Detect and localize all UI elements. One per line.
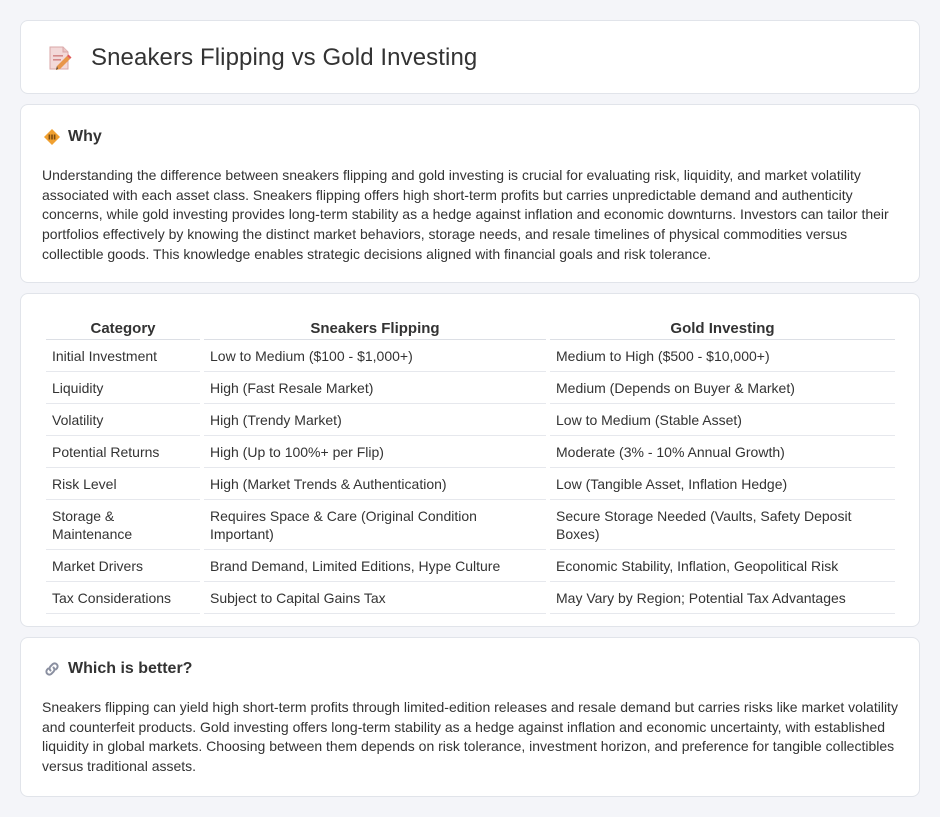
- header-gold: Gold Investing: [550, 315, 895, 340]
- table-row: Storage & Maintenance Requires Space & C…: [46, 500, 895, 550]
- row-sneakers: Low to Medium ($100 - $1,000+): [204, 340, 546, 372]
- row-gold: Low (Tangible Asset, Inflation Hedge): [550, 468, 895, 500]
- row-gold: Medium to High ($500 - $10,000+): [550, 340, 895, 372]
- document-pencil-icon: [49, 46, 72, 70]
- row-sneakers: High (Trendy Market): [204, 404, 546, 436]
- row-category: Potential Returns: [46, 436, 200, 468]
- row-category: Liquidity: [46, 372, 200, 404]
- header-category: Category: [46, 315, 200, 340]
- row-category: Risk Level: [46, 468, 200, 500]
- title-card: Sneakers Flipping vs Gold Investing: [20, 20, 920, 94]
- better-header: Which is better?: [43, 660, 192, 678]
- row-sneakers: Requires Space & Care (Original Conditio…: [204, 500, 546, 550]
- row-sneakers: High (Fast Resale Market): [204, 372, 546, 404]
- table-row: Potential Returns High (Up to 100%+ per …: [46, 436, 895, 468]
- diamond-sign-icon: [44, 129, 60, 145]
- row-gold: May Vary by Region; Potential Tax Advant…: [550, 582, 895, 614]
- page-title: Sneakers Flipping vs Gold Investing: [91, 44, 478, 71]
- why-header: Why: [43, 128, 102, 146]
- table-row: Liquidity High (Fast Resale Market) Medi…: [46, 372, 895, 404]
- why-title: Why: [68, 128, 102, 145]
- row-gold: Economic Stability, Inflation, Geopoliti…: [550, 550, 895, 582]
- table-row: Risk Level High (Market Trends & Authent…: [46, 468, 895, 500]
- title-row: Sneakers Flipping vs Gold Investing: [45, 44, 477, 72]
- row-gold: Medium (Depends on Buyer & Market): [550, 372, 895, 404]
- header-sneakers: Sneakers Flipping: [204, 315, 546, 340]
- table-row: Tax Considerations Subject to Capital Ga…: [46, 582, 895, 614]
- row-category: Initial Investment: [46, 340, 200, 372]
- better-text: Sneakers flipping can yield high short-t…: [42, 699, 898, 775]
- row-sneakers: Brand Demand, Limited Editions, Hype Cul…: [204, 550, 546, 582]
- table-header-row: Category Sneakers Flipping Gold Investin…: [46, 315, 895, 340]
- row-sneakers: High (Up to 100%+ per Flip): [204, 436, 546, 468]
- row-sneakers: High (Market Trends & Authentication): [204, 468, 546, 500]
- row-category: Market Drivers: [46, 550, 200, 582]
- row-gold: Moderate (3% - 10% Annual Growth): [550, 436, 895, 468]
- table-row: Initial Investment Low to Medium ($100 -…: [46, 340, 895, 372]
- comparison-section: Category Sneakers Flipping Gold Investin…: [20, 293, 920, 627]
- why-section: Why Understanding the difference between…: [20, 104, 920, 283]
- why-text: Understanding the difference between sne…: [42, 167, 889, 262]
- row-gold: Low to Medium (Stable Asset): [550, 404, 895, 436]
- row-sneakers: Subject to Capital Gains Tax: [204, 582, 546, 614]
- table-row: Volatility High (Trendy Market) Low to M…: [46, 404, 895, 436]
- row-category: Storage & Maintenance: [46, 500, 200, 550]
- comparison-table: Category Sneakers Flipping Gold Investin…: [42, 315, 899, 614]
- better-title: Which is better?: [68, 660, 193, 677]
- row-category: Volatility: [46, 404, 200, 436]
- link-icon: [45, 662, 59, 676]
- row-category: Tax Considerations: [46, 582, 200, 614]
- table-row: Market Drivers Brand Demand, Limited Edi…: [46, 550, 895, 582]
- row-gold: Secure Storage Needed (Vaults, Safety De…: [550, 500, 895, 550]
- better-section: Which is better? Sneakers flipping can y…: [20, 637, 920, 797]
